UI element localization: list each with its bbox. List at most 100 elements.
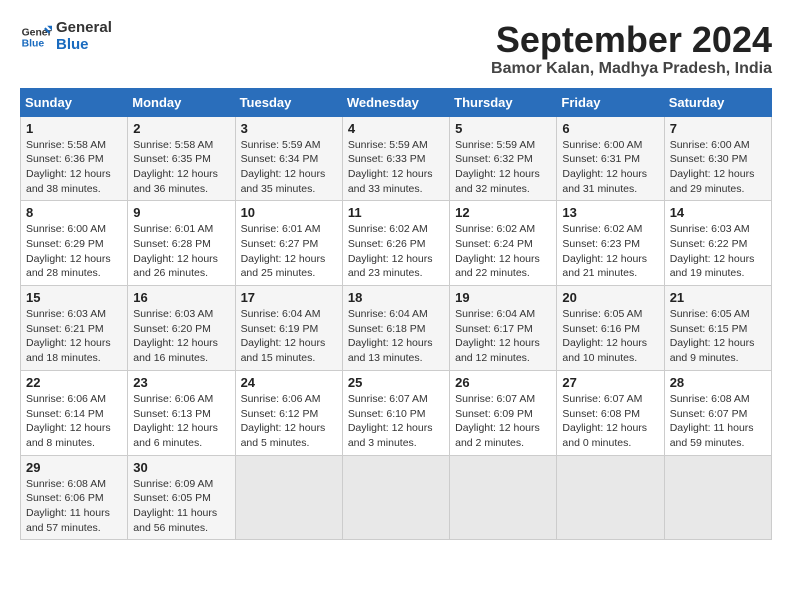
sunset-text: Sunset: 6:06 PM bbox=[26, 492, 104, 504]
table-row: 14Sunrise: 6:03 AMSunset: 6:22 PMDayligh… bbox=[664, 201, 771, 286]
table-row: 30Sunrise: 6:09 AMSunset: 6:05 PMDayligh… bbox=[128, 455, 235, 540]
daylight-text: Daylight: 12 hours and 29 minutes. bbox=[670, 168, 755, 195]
daylight-text: Daylight: 12 hours and 36 minutes. bbox=[133, 168, 218, 195]
sunset-text: Sunset: 6:18 PM bbox=[348, 323, 426, 335]
daylight-text: Daylight: 12 hours and 6 minutes. bbox=[133, 422, 218, 449]
sunrise-text: Sunrise: 6:08 AM bbox=[26, 478, 106, 490]
logo-line1: General bbox=[56, 20, 112, 37]
sunset-text: Sunset: 6:28 PM bbox=[133, 238, 211, 250]
day-number: 13 bbox=[562, 205, 658, 220]
daylight-text: Daylight: 12 hours and 2 minutes. bbox=[455, 422, 540, 449]
daylight-text: Daylight: 12 hours and 23 minutes. bbox=[348, 253, 433, 280]
sunrise-text: Sunrise: 5:58 AM bbox=[133, 139, 213, 151]
day-number: 23 bbox=[133, 375, 229, 390]
daylight-text: Daylight: 12 hours and 16 minutes. bbox=[133, 337, 218, 364]
daylight-text: Daylight: 11 hours and 59 minutes. bbox=[670, 422, 754, 449]
day-header-friday: Friday bbox=[557, 88, 664, 116]
day-number: 20 bbox=[562, 290, 658, 305]
table-row bbox=[664, 455, 771, 540]
day-number: 8 bbox=[26, 205, 122, 220]
daylight-text: Daylight: 12 hours and 33 minutes. bbox=[348, 168, 433, 195]
table-row: 23Sunrise: 6:06 AMSunset: 6:13 PMDayligh… bbox=[128, 370, 235, 455]
sunrise-text: Sunrise: 6:05 AM bbox=[670, 308, 750, 320]
table-row: 17Sunrise: 6:04 AMSunset: 6:19 PMDayligh… bbox=[235, 286, 342, 371]
sunrise-text: Sunrise: 6:08 AM bbox=[670, 393, 750, 405]
day-number: 18 bbox=[348, 290, 444, 305]
daylight-text: Daylight: 12 hours and 13 minutes. bbox=[348, 337, 433, 364]
day-number: 21 bbox=[670, 290, 766, 305]
table-row bbox=[450, 455, 557, 540]
sunset-text: Sunset: 6:10 PM bbox=[348, 408, 426, 420]
sunset-text: Sunset: 6:34 PM bbox=[241, 153, 319, 165]
table-row: 28Sunrise: 6:08 AMSunset: 6:07 PMDayligh… bbox=[664, 370, 771, 455]
table-row: 26Sunrise: 6:07 AMSunset: 6:09 PMDayligh… bbox=[450, 370, 557, 455]
sunrise-text: Sunrise: 5:58 AM bbox=[26, 139, 106, 151]
location-title: Bamor Kalan, Madhya Pradesh, India bbox=[491, 60, 772, 78]
sunrise-text: Sunrise: 6:04 AM bbox=[455, 308, 535, 320]
sunset-text: Sunset: 6:33 PM bbox=[348, 153, 426, 165]
day-number: 25 bbox=[348, 375, 444, 390]
calendar-table: SundayMondayTuesdayWednesdayThursdayFrid… bbox=[20, 88, 772, 541]
table-row: 6Sunrise: 6:00 AMSunset: 6:31 PMDaylight… bbox=[557, 116, 664, 201]
sunrise-text: Sunrise: 6:01 AM bbox=[133, 223, 213, 235]
day-number: 19 bbox=[455, 290, 551, 305]
table-row: 4Sunrise: 5:59 AMSunset: 6:33 PMDaylight… bbox=[342, 116, 449, 201]
day-number: 9 bbox=[133, 205, 229, 220]
table-row: 25Sunrise: 6:07 AMSunset: 6:10 PMDayligh… bbox=[342, 370, 449, 455]
sunset-text: Sunset: 6:22 PM bbox=[670, 238, 748, 250]
table-row: 3Sunrise: 5:59 AMSunset: 6:34 PMDaylight… bbox=[235, 116, 342, 201]
day-number: 16 bbox=[133, 290, 229, 305]
table-row: 10Sunrise: 6:01 AMSunset: 6:27 PMDayligh… bbox=[235, 201, 342, 286]
title-area: September 2024 Bamor Kalan, Madhya Prade… bbox=[491, 20, 772, 78]
daylight-text: Daylight: 12 hours and 15 minutes. bbox=[241, 337, 326, 364]
sunset-text: Sunset: 6:23 PM bbox=[562, 238, 640, 250]
day-number: 17 bbox=[241, 290, 337, 305]
sunrise-text: Sunrise: 6:07 AM bbox=[455, 393, 535, 405]
sunset-text: Sunset: 6:32 PM bbox=[455, 153, 533, 165]
svg-text:Blue: Blue bbox=[22, 38, 45, 49]
day-number: 6 bbox=[562, 121, 658, 136]
sunset-text: Sunset: 6:05 PM bbox=[133, 492, 211, 504]
day-header-tuesday: Tuesday bbox=[235, 88, 342, 116]
table-row: 21Sunrise: 6:05 AMSunset: 6:15 PMDayligh… bbox=[664, 286, 771, 371]
logo: General Blue General Blue bbox=[20, 20, 112, 53]
daylight-text: Daylight: 12 hours and 19 minutes. bbox=[670, 253, 755, 280]
sunset-text: Sunset: 6:36 PM bbox=[26, 153, 104, 165]
table-row: 2Sunrise: 5:58 AMSunset: 6:35 PMDaylight… bbox=[128, 116, 235, 201]
table-row: 29Sunrise: 6:08 AMSunset: 6:06 PMDayligh… bbox=[21, 455, 128, 540]
daylight-text: Daylight: 12 hours and 25 minutes. bbox=[241, 253, 326, 280]
table-row: 11Sunrise: 6:02 AMSunset: 6:26 PMDayligh… bbox=[342, 201, 449, 286]
sunset-text: Sunset: 6:31 PM bbox=[562, 153, 640, 165]
daylight-text: Daylight: 12 hours and 8 minutes. bbox=[26, 422, 111, 449]
sunset-text: Sunset: 6:24 PM bbox=[455, 238, 533, 250]
table-row: 15Sunrise: 6:03 AMSunset: 6:21 PMDayligh… bbox=[21, 286, 128, 371]
sunset-text: Sunset: 6:20 PM bbox=[133, 323, 211, 335]
sunset-text: Sunset: 6:16 PM bbox=[562, 323, 640, 335]
sunset-text: Sunset: 6:14 PM bbox=[26, 408, 104, 420]
sunrise-text: Sunrise: 6:02 AM bbox=[455, 223, 535, 235]
day-header-wednesday: Wednesday bbox=[342, 88, 449, 116]
svg-text:General: General bbox=[22, 27, 52, 38]
table-row bbox=[557, 455, 664, 540]
table-row: 20Sunrise: 6:05 AMSunset: 6:16 PMDayligh… bbox=[557, 286, 664, 371]
sunset-text: Sunset: 6:12 PM bbox=[241, 408, 319, 420]
sunset-text: Sunset: 6:26 PM bbox=[348, 238, 426, 250]
sunrise-text: Sunrise: 6:00 AM bbox=[562, 139, 642, 151]
day-number: 28 bbox=[670, 375, 766, 390]
logo-line2: Blue bbox=[56, 37, 112, 54]
day-number: 12 bbox=[455, 205, 551, 220]
sunset-text: Sunset: 6:27 PM bbox=[241, 238, 319, 250]
sunrise-text: Sunrise: 6:06 AM bbox=[133, 393, 213, 405]
sunrise-text: Sunrise: 6:06 AM bbox=[26, 393, 106, 405]
day-number: 5 bbox=[455, 121, 551, 136]
table-row: 19Sunrise: 6:04 AMSunset: 6:17 PMDayligh… bbox=[450, 286, 557, 371]
daylight-text: Daylight: 12 hours and 28 minutes. bbox=[26, 253, 111, 280]
sunrise-text: Sunrise: 6:09 AM bbox=[133, 478, 213, 490]
daylight-text: Daylight: 12 hours and 18 minutes. bbox=[26, 337, 111, 364]
day-number: 7 bbox=[670, 121, 766, 136]
table-row: 24Sunrise: 6:06 AMSunset: 6:12 PMDayligh… bbox=[235, 370, 342, 455]
table-row: 7Sunrise: 6:00 AMSunset: 6:30 PMDaylight… bbox=[664, 116, 771, 201]
sunset-text: Sunset: 6:17 PM bbox=[455, 323, 533, 335]
day-number: 4 bbox=[348, 121, 444, 136]
daylight-text: Daylight: 12 hours and 32 minutes. bbox=[455, 168, 540, 195]
